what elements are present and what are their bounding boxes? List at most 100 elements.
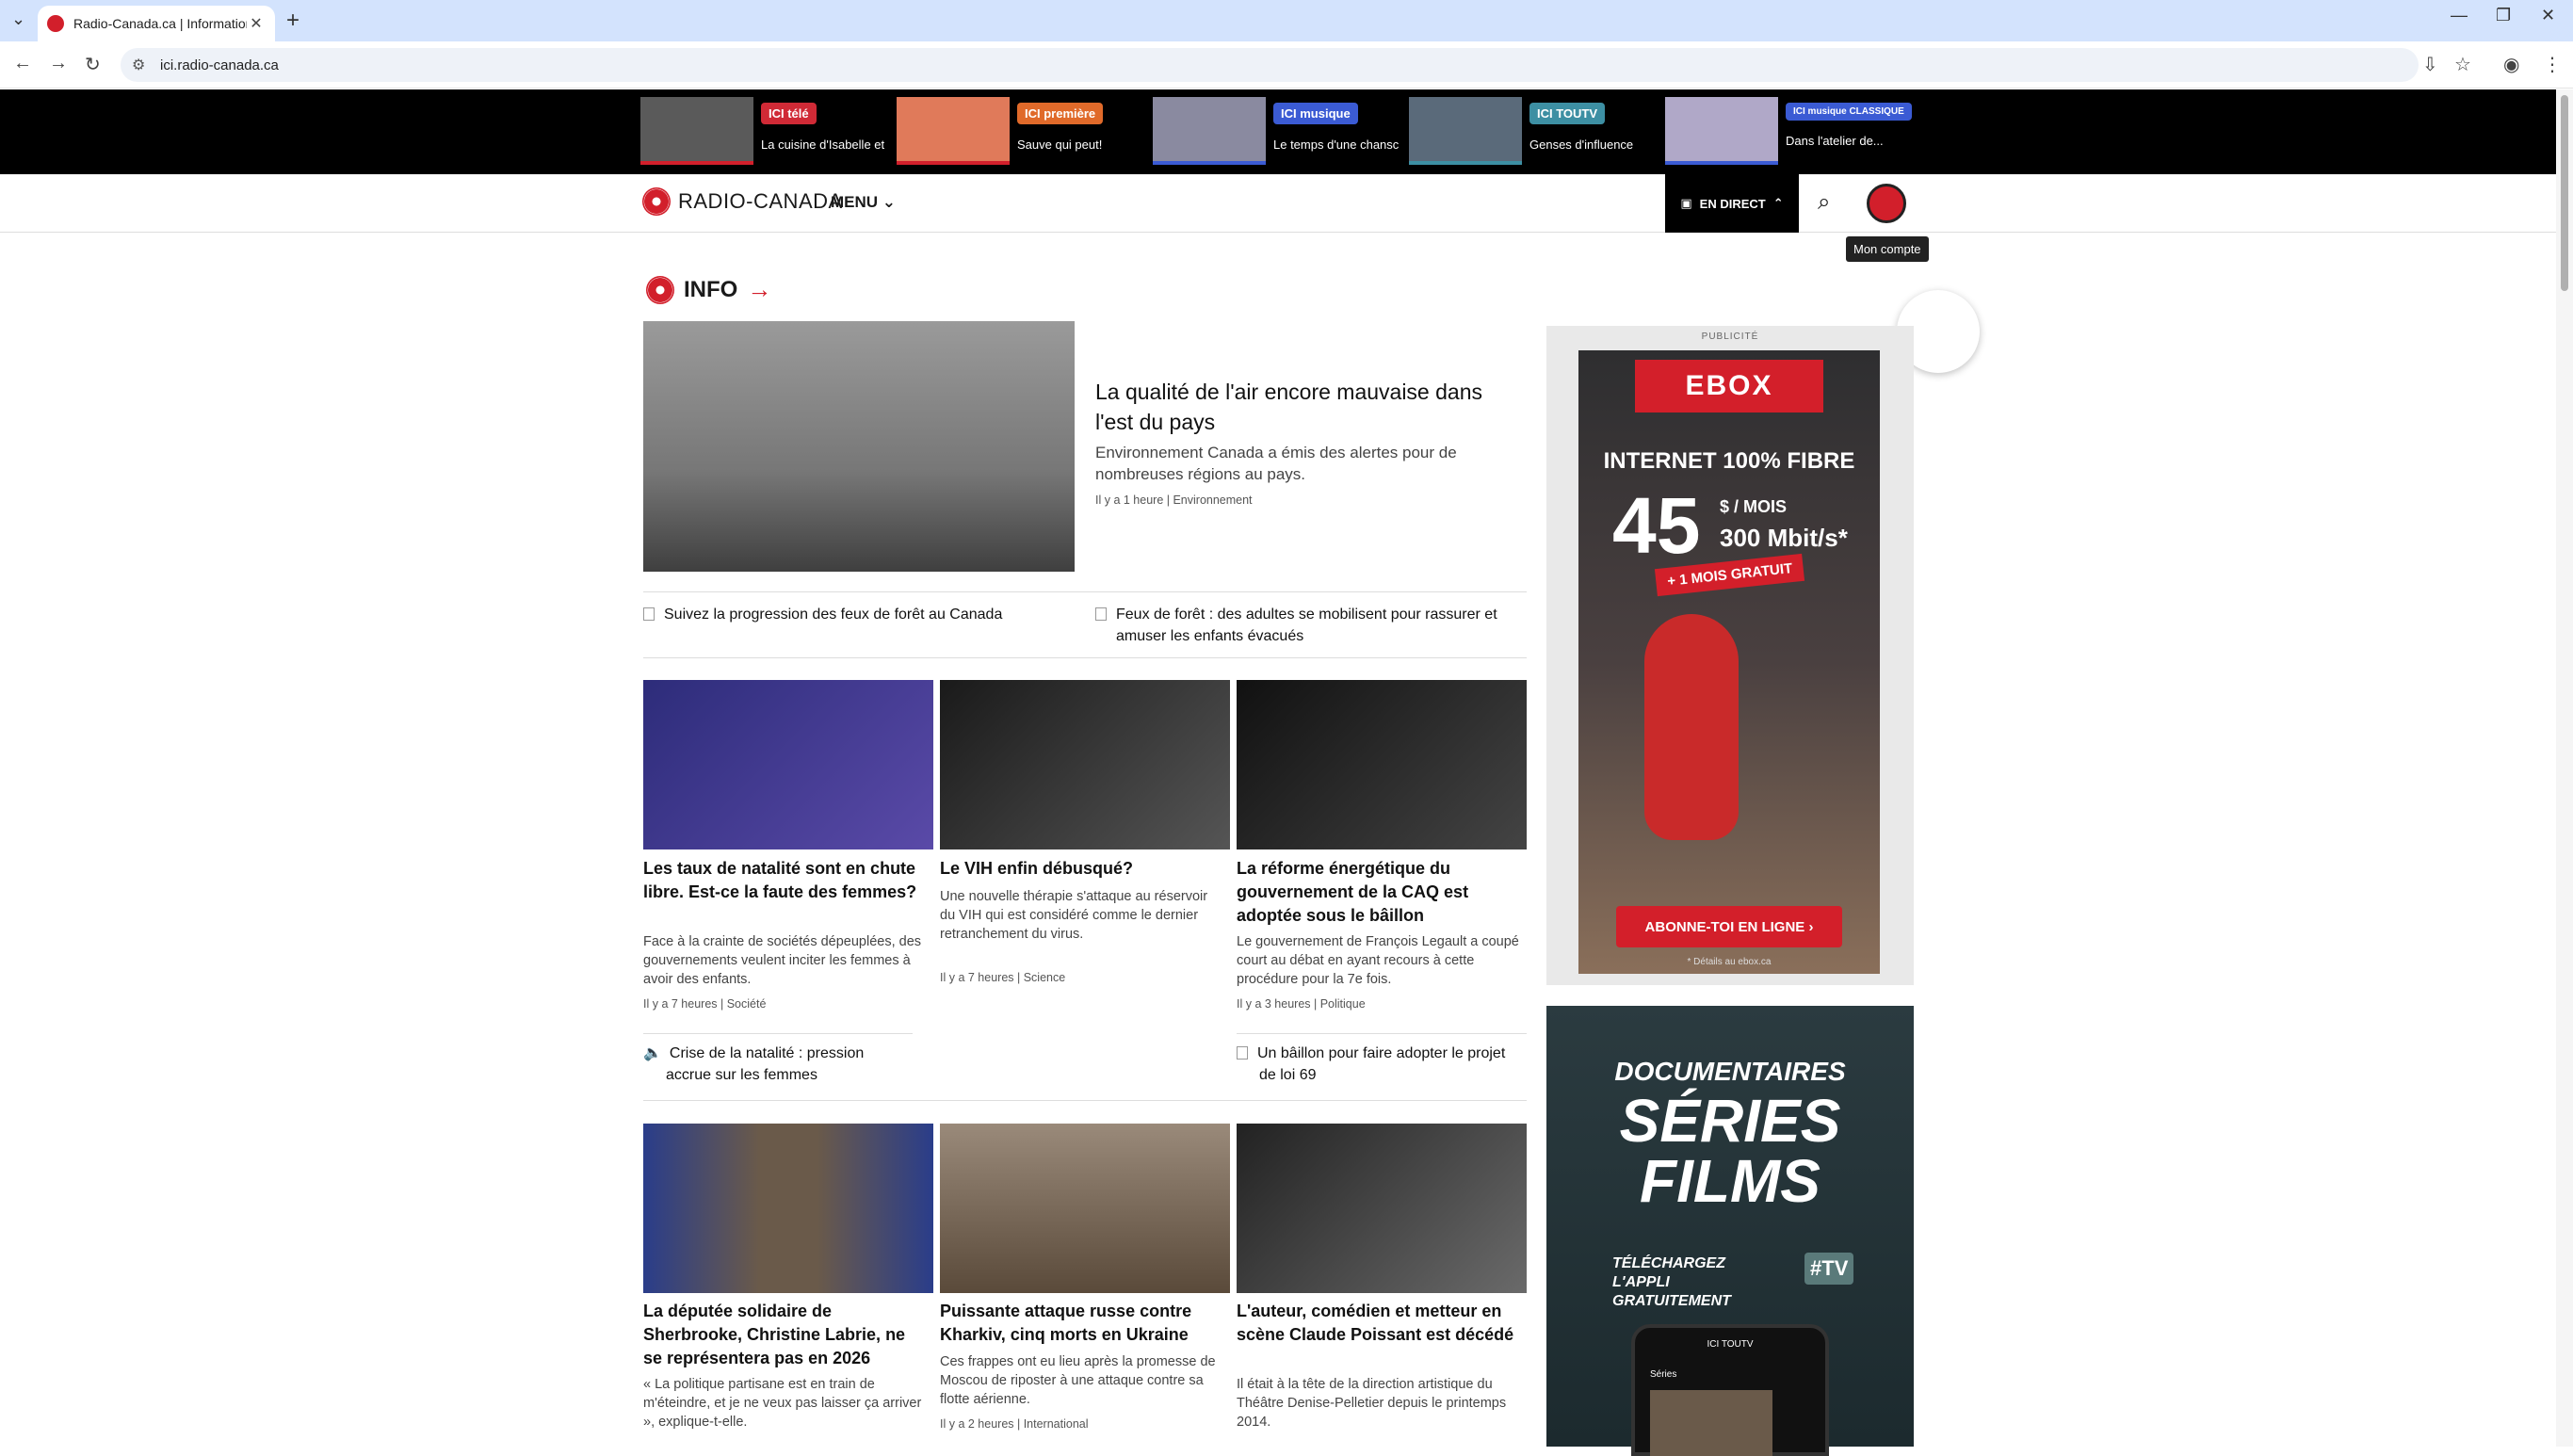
- card-meta: Il y a 7 heures | Société: [643, 997, 767, 1011]
- promo-item[interactable]: ICI musique Le temps d'une chansc: [1153, 97, 1407, 165]
- related-link[interactable]: Feux de forêt : des adultes se mobilisen…: [1095, 604, 1510, 647]
- related-link[interactable]: Un bâillon pour faire adopter le projet …: [1237, 1043, 1519, 1086]
- promo-badge: ICI musique CLASSIQUE: [1786, 103, 1912, 121]
- scrollbar-thumb[interactable]: [2561, 95, 2568, 291]
- browser-tab[interactable]: Radio-Canada.ca | Information, ✕: [38, 6, 275, 41]
- divider: [643, 1100, 1527, 1101]
- search-icon[interactable]: ⌕: [1818, 189, 1830, 216]
- tv-icon: ▣: [1680, 196, 1692, 210]
- menu-button[interactable]: MENU ⌄: [831, 193, 896, 212]
- related-link-text: Feux de forêt : des adultes se mobilisen…: [1116, 607, 1497, 644]
- divider: [643, 591, 1527, 592]
- site-header: RADIO-CANADA MENU ⌄ ▣ EN DIRECT ⌃ ⌕: [0, 174, 2556, 233]
- related-link[interactable]: Suivez la progression des feux de forêt …: [643, 604, 1058, 625]
- card-image[interactable]: [643, 680, 933, 849]
- card-image[interactable]: [940, 1124, 1230, 1293]
- ad2-line1: DOCUMENTAIRES: [1614, 1057, 1846, 1086]
- card-title[interactable]: Puissante attaque russe contre Kharkiv, …: [940, 1300, 1222, 1347]
- url-text: ici.radio-canada.ca: [160, 57, 279, 73]
- promo-item[interactable]: ICI télé La cuisine d'Isabelle et: [640, 97, 895, 165]
- document-icon: [1237, 1046, 1248, 1060]
- promo-item[interactable]: ICI TOUTV Genses d'influence: [1409, 97, 1663, 165]
- ad-price: 45: [1612, 481, 1701, 570]
- card-title[interactable]: La députée solidaire de Sherbrooke, Chri…: [643, 1300, 926, 1370]
- phone-header: ICI TOUTV: [1707, 1339, 1754, 1350]
- card-meta: Il y a 2 heures | International: [940, 1417, 1089, 1431]
- card-image[interactable]: [940, 680, 1230, 849]
- related-link-text: Un bâillon pour faire adopter le projet …: [1257, 1045, 1506, 1083]
- radio-canada-gem-icon: [642, 187, 671, 216]
- card-image[interactable]: [643, 1124, 933, 1293]
- related-link[interactable]: 🔈 Crise de la natalité : pression accrue …: [643, 1043, 913, 1086]
- card-title[interactable]: L'auteur, comédien et metteur en scène C…: [1237, 1300, 1519, 1347]
- ad-price-unit: $ / MOIS: [1720, 497, 1788, 516]
- ebox-logo: EBOX: [1635, 360, 1823, 413]
- card-title[interactable]: La réforme énergétique du gouvernement d…: [1237, 857, 1519, 928]
- reload-icon[interactable]: ↻: [85, 53, 101, 76]
- divider: [643, 1033, 913, 1034]
- tab-list-chevron-icon[interactable]: ⌄: [11, 9, 25, 29]
- advertisement-toutv[interactable]: DOCUMENTAIRES SÉRIES FILMS TÉLÉCHARGEZ L…: [1546, 1006, 1914, 1456]
- card-image[interactable]: [1237, 1124, 1527, 1293]
- document-icon: [643, 607, 655, 621]
- card-title[interactable]: Les taux de natalité sont en chute libre…: [643, 857, 926, 904]
- logo-text: RADIO-CANADA: [678, 189, 843, 213]
- promo-thumbnail: [1409, 97, 1522, 165]
- hero-image[interactable]: [643, 321, 1075, 572]
- tv-app-icon: #TV: [1804, 1253, 1854, 1285]
- tv-app-tag: TV: [1821, 1256, 1849, 1280]
- close-tab-icon[interactable]: ✕: [247, 14, 266, 33]
- browser-menu-icon[interactable]: ⋮: [2543, 53, 2562, 76]
- ad-headline: INTERNET 100% FIBRE: [1603, 448, 1855, 474]
- profile-icon[interactable]: ◉: [2503, 53, 2519, 76]
- promo-title: Genses d'influence: [1529, 138, 1634, 152]
- divider: [1237, 1033, 1527, 1034]
- install-icon[interactable]: ⇩: [2422, 53, 2438, 76]
- promo-item[interactable]: ICI musique CLASSIQUE Dans l'atelier de.…: [1665, 97, 1919, 165]
- arrow-right-icon: →: [747, 275, 772, 303]
- minimize-icon[interactable]: —: [2451, 6, 2468, 25]
- promo-title: Dans l'atelier de...: [1786, 134, 1884, 148]
- promo-item[interactable]: ICI première Sauve qui peut!: [897, 97, 1151, 165]
- account-button[interactable]: [1867, 184, 1906, 223]
- related-link-text: Suivez la progression des feux de forêt …: [664, 607, 1003, 623]
- promo-title: Le temps d'une chansc: [1273, 138, 1400, 152]
- site-info-icon[interactable]: ⚙: [132, 56, 145, 74]
- card-title[interactable]: Le VIH enfin débusqué?: [940, 857, 1222, 881]
- section-heading[interactable]: INFO →: [646, 275, 771, 304]
- divider: [643, 657, 1527, 658]
- card-description: « La politique partisane est en train de…: [643, 1377, 922, 1430]
- forward-icon[interactable]: →: [49, 53, 68, 74]
- promo-thumbnail: [640, 97, 753, 165]
- ad-mascot-image: [1644, 614, 1739, 840]
- page-scrollbar[interactable]: [2556, 89, 2573, 1447]
- promo-thumbnail: [1153, 97, 1266, 165]
- hero-title[interactable]: La qualité de l'air encore mauvaise dans…: [1095, 377, 1510, 437]
- section-title: INFO: [684, 276, 738, 302]
- ad-cta-button[interactable]: ABONNE-TOI EN LIGNE ›: [1616, 906, 1842, 947]
- menu-label: MENU: [831, 193, 879, 211]
- ad-creative[interactable]: EBOX INTERNET 100% FIBRE 45 $ / MOIS 300…: [1578, 350, 1880, 974]
- chevron-down-icon: ⌄: [882, 193, 897, 211]
- new-tab-icon[interactable]: +: [286, 8, 299, 34]
- promo-thumbnail: [897, 97, 1010, 165]
- promo-title: Sauve qui peut!: [1017, 138, 1103, 152]
- live-button[interactable]: ▣ EN DIRECT ⌃: [1665, 174, 1799, 233]
- site-logo[interactable]: RADIO-CANADA: [642, 187, 843, 216]
- card-meta: Il y a 7 heures | Science: [940, 971, 1066, 984]
- document-icon: [1095, 607, 1107, 621]
- close-window-icon[interactable]: ✕: [2541, 6, 2555, 25]
- ad2-line3: FILMS: [1640, 1147, 1821, 1215]
- back-icon[interactable]: ←: [13, 53, 32, 74]
- promo-strip: ICI télé La cuisine d'Isabelle et ICI pr…: [0, 89, 2556, 174]
- card-image[interactable]: [1237, 680, 1527, 849]
- phone-mockup: ICI TOUTV Séries: [1631, 1324, 1829, 1456]
- advertisement-ebox[interactable]: PUBLICITÉ EBOX INTERNET 100% FIBRE 45 $ …: [1546, 326, 1914, 985]
- address-bar[interactable]: ⚙ ici.radio-canada.ca: [121, 48, 2419, 82]
- browser-toolbar: ← → ↻ ⚙ ici.radio-canada.ca ⇩ ☆ ◉ ⋮: [0, 41, 2573, 89]
- restore-icon[interactable]: ❐: [2496, 6, 2511, 25]
- account-tooltip: Mon compte: [1846, 236, 1929, 262]
- bookmark-star-icon[interactable]: ☆: [2454, 53, 2471, 76]
- related-link-text: Crise de la natalité : pression accrue s…: [666, 1045, 865, 1083]
- card-description: Une nouvelle thérapie s'attaque au réser…: [940, 889, 1208, 942]
